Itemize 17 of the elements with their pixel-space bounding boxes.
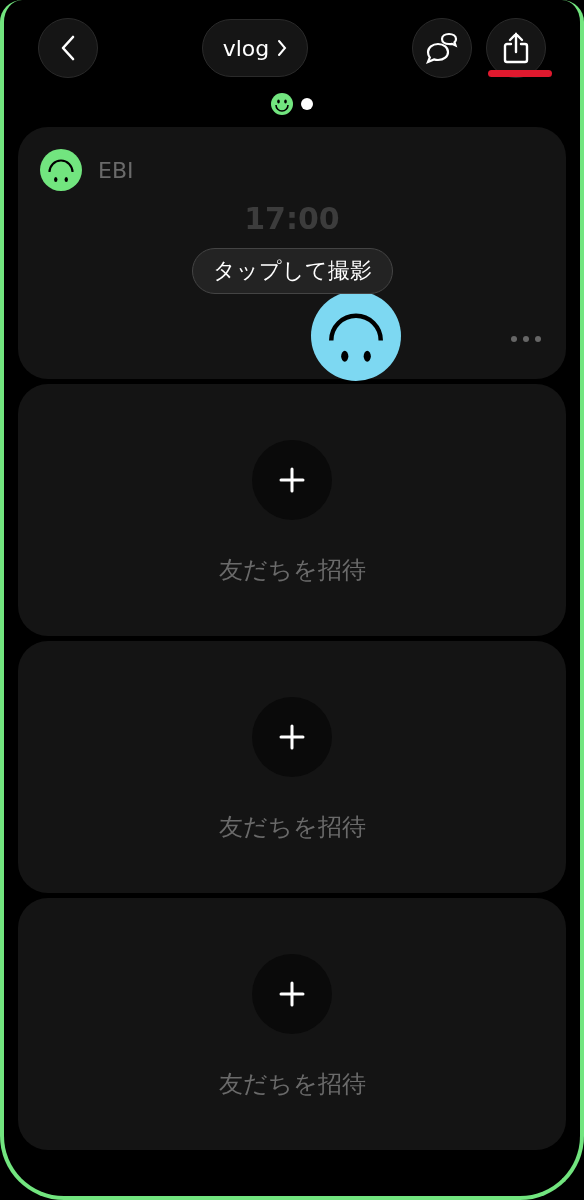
tap-to-shoot-button[interactable]: タップして撮影 [191, 248, 393, 294]
album-title-button[interactable]: vlog [201, 19, 309, 77]
user-name: EBI [98, 157, 134, 183]
page-dot [301, 98, 313, 110]
plus-icon [278, 980, 306, 1008]
invite-label: 友だちを招待 [218, 555, 366, 586]
more-icon[interactable] [510, 335, 542, 343]
smiley-icon [271, 93, 293, 115]
plus-icon [278, 466, 306, 494]
plus-icon [278, 723, 306, 751]
invite-label: 友だちを招待 [218, 812, 366, 843]
chevron-icon [277, 39, 288, 57]
share-icon [501, 31, 531, 65]
chat-bubbles-icon [424, 30, 460, 66]
user-avatar [40, 149, 82, 191]
invite-label: 友だちを招待 [218, 1069, 366, 1100]
back-icon [60, 34, 76, 62]
